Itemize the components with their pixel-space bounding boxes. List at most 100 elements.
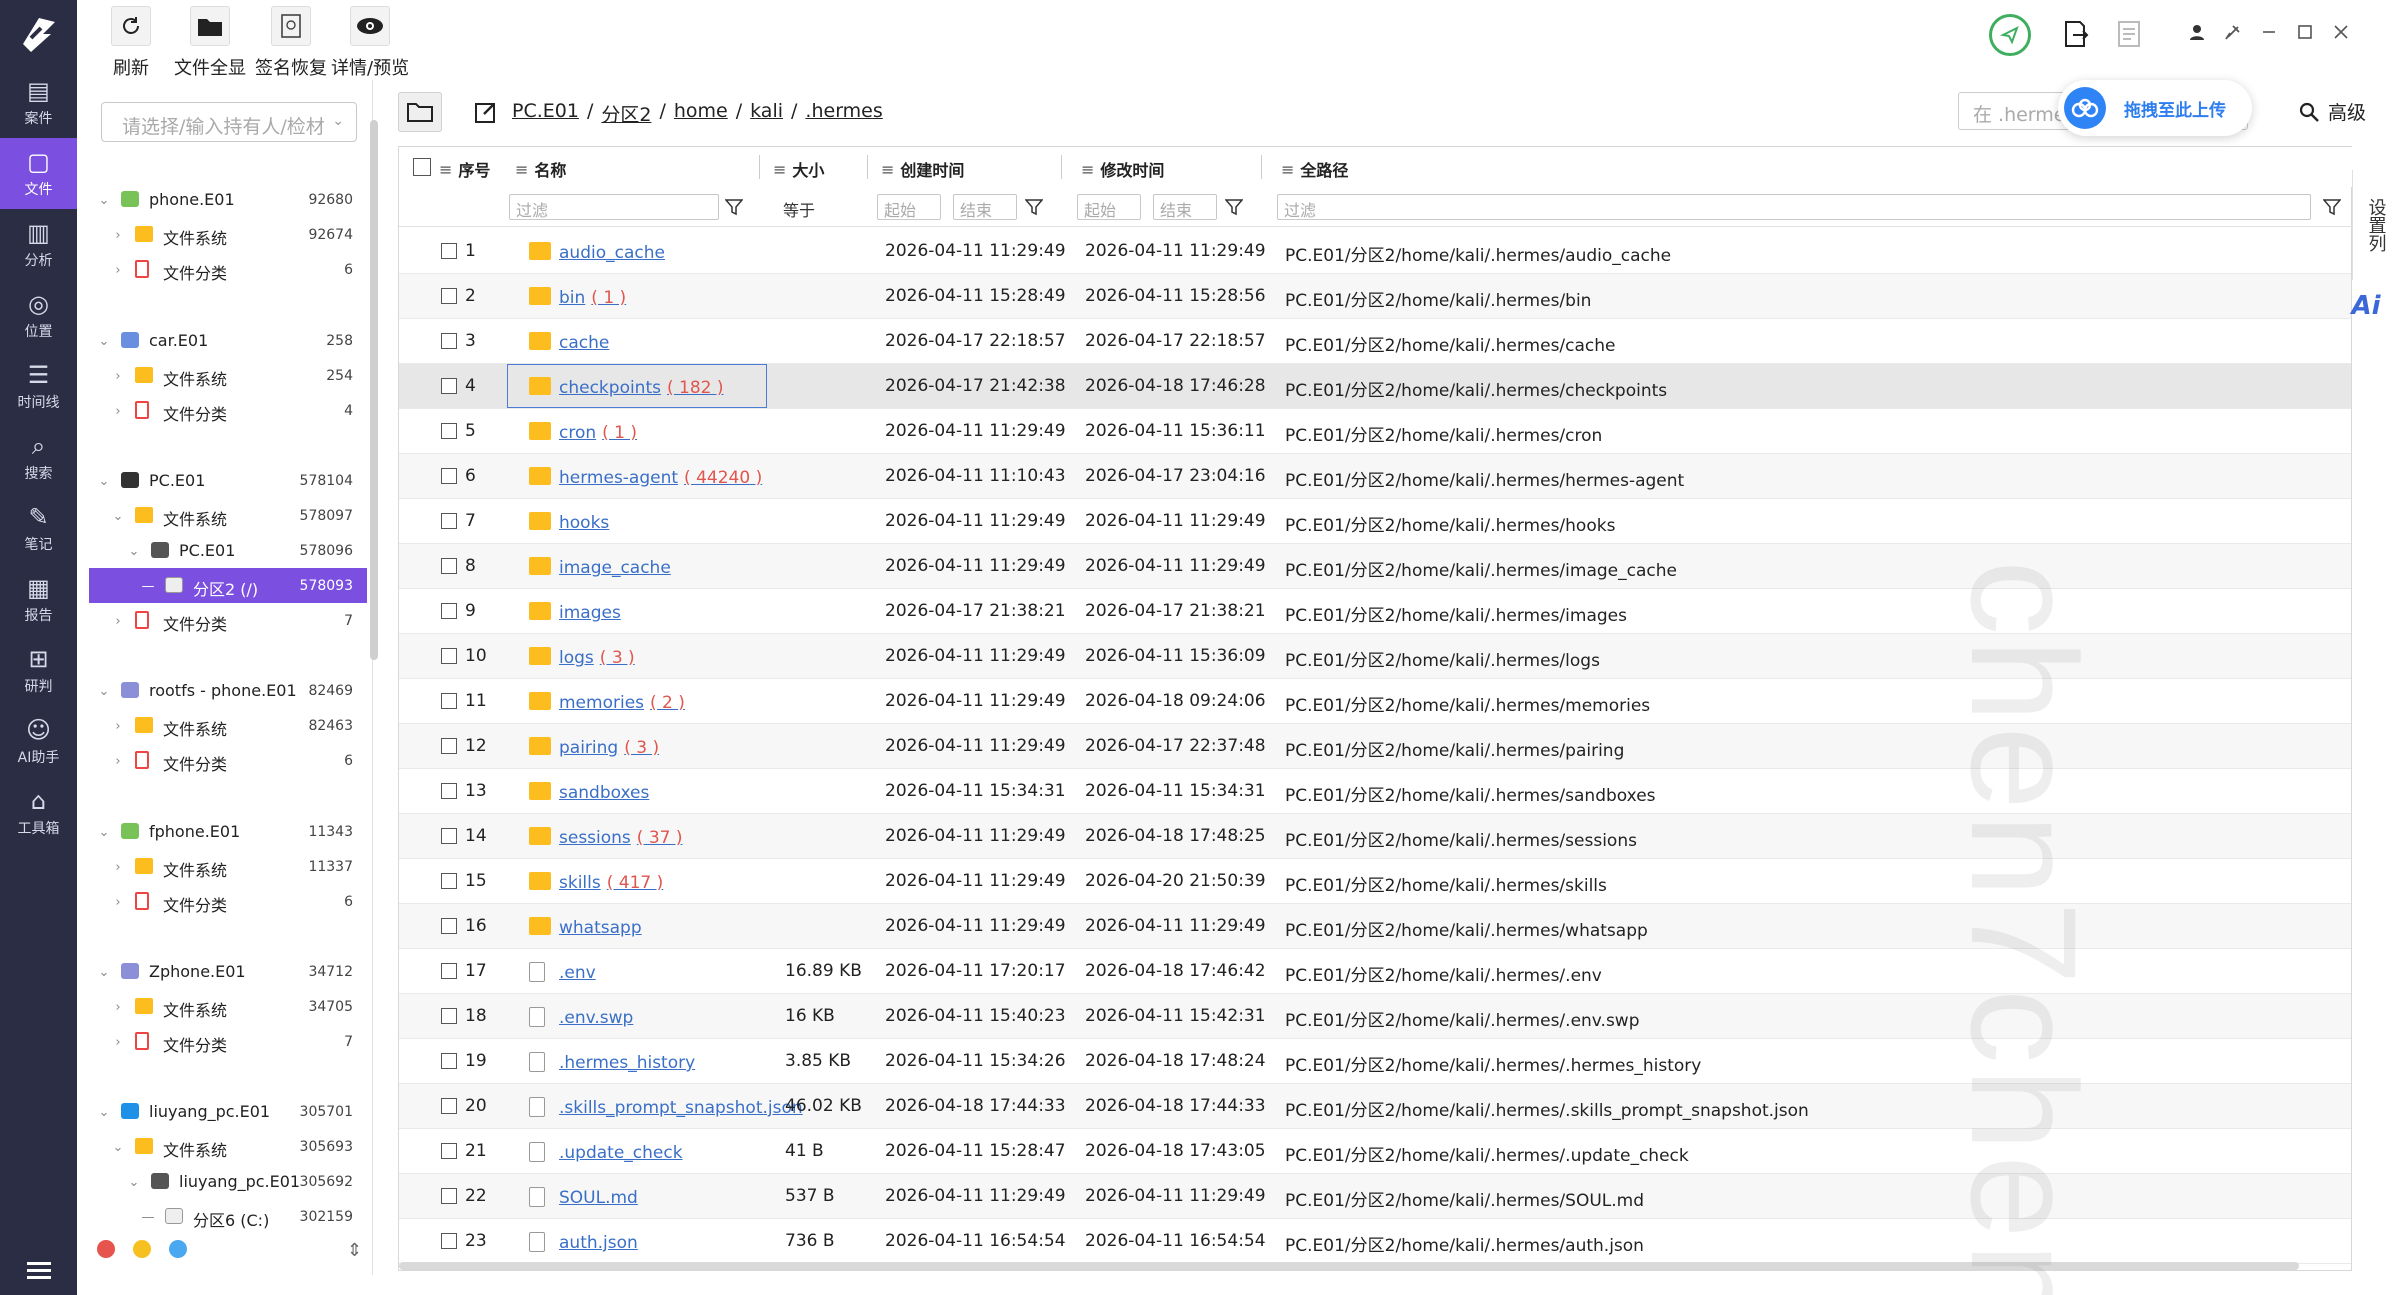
chevron-down-icon[interactable]: ⌄ <box>97 474 111 489</box>
breadcrumb-segment[interactable]: PC.E01 <box>512 100 579 127</box>
nav-item-report[interactable]: ▦ 报告 <box>0 564 77 635</box>
file-name-link[interactable]: pairing( 3 ) <box>559 738 659 758</box>
row-checkbox[interactable] <box>441 603 457 619</box>
filter-icon[interactable] <box>1025 198 1043 216</box>
nav-item-location[interactable]: ◎ 位置 <box>0 280 77 351</box>
advanced-search-button[interactable]: 高级 <box>2298 98 2366 125</box>
row-checkbox[interactable] <box>441 1143 457 1159</box>
chevron-right-icon[interactable]: — <box>141 579 155 594</box>
chevron-down-icon[interactable]: ⌄ <box>111 1140 125 1155</box>
nav-item-case[interactable]: ▤ 案件 <box>0 67 77 138</box>
size-equals-label[interactable]: 等于 <box>783 197 815 221</box>
sign-restore-button[interactable]: 签名恢复 <box>255 6 327 80</box>
created-end-input[interactable]: 结束 <box>953 194 1017 220</box>
breadcrumb-segment[interactable]: home <box>674 100 728 127</box>
ai-button[interactable]: Ai <box>2344 280 2388 332</box>
col-created[interactable]: ≡ 创建时间 <box>881 157 964 181</box>
chevron-right-icon[interactable]: › <box>111 1000 125 1015</box>
chevron-right-icon[interactable]: › <box>111 719 125 734</box>
collapse-toggle-icon[interactable]: ⇕ <box>347 1240 362 1261</box>
file-name-link[interactable]: image_cache <box>559 558 671 578</box>
column-divider[interactable] <box>1261 155 1262 179</box>
nav-item-judge[interactable]: ⊞ 研判 <box>0 635 77 706</box>
row-checkbox[interactable] <box>441 783 457 799</box>
nav-item-search[interactable]: ⌕ 搜索 <box>0 422 77 493</box>
tree-scrollbar[interactable] <box>370 120 378 660</box>
path-filter-input[interactable]: 过滤 <box>1277 194 2311 220</box>
file-name-link[interactable]: whatsapp <box>559 918 642 938</box>
chevron-down-icon[interactable]: ⌄ <box>97 965 111 980</box>
table-row[interactable]: 1 audio_cache 2026-04-11 11:29:49 2026-04-1… <box>399 229 2351 274</box>
chevron-down-icon[interactable]: ⌄ <box>97 193 111 208</box>
file-name-link[interactable]: auth.json <box>559 1233 638 1253</box>
row-checkbox[interactable] <box>441 378 457 394</box>
col-fullpath[interactable]: ≡ 全路径 <box>1281 157 1348 181</box>
row-checkbox[interactable] <box>441 918 457 934</box>
tree-item[interactable]: › 文件系统 34705 <box>77 989 367 1024</box>
filter-icon[interactable] <box>725 198 743 216</box>
row-checkbox[interactable] <box>441 648 457 664</box>
chevron-right-icon[interactable]: › <box>111 369 125 384</box>
row-checkbox[interactable] <box>441 558 457 574</box>
col-size[interactable]: ≡ 大小 <box>773 157 824 181</box>
row-checkbox[interactable] <box>441 873 457 889</box>
modified-start-input[interactable]: 起始 <box>1077 194 1141 220</box>
col-modified[interactable]: ≡ 修改时间 <box>1081 157 1164 181</box>
file-name-link[interactable]: bin( 1 ) <box>559 288 626 308</box>
chevron-down-icon[interactable]: ⌄ <box>97 825 111 840</box>
col-name[interactable]: ≡ 名称 <box>515 157 566 181</box>
tree-item[interactable]: ⌄ fphone.E01 11343 <box>77 814 367 849</box>
nav-item-analysis[interactable]: ▥ 分析 <box>0 209 77 280</box>
column-divider[interactable] <box>759 155 760 179</box>
table-row[interactable]: 7 hooks 2026-04-11 11:29:49 2026-04-11 11:2… <box>399 499 2351 544</box>
tree-item[interactable]: ⌄ PC.E01 578096 <box>77 533 367 568</box>
file-name-link[interactable]: SOUL.md <box>559 1188 638 1208</box>
pin-icon[interactable] <box>2221 20 2245 44</box>
tree-item[interactable]: ⌄ PC.E01 578104 <box>77 463 367 498</box>
table-row[interactable]: 2 bin( 1 ) 2026-04-11 15:28:49 2026-04-11 1… <box>399 274 2351 319</box>
breadcrumb-segment[interactable]: .hermes <box>805 100 882 127</box>
file-name-link[interactable]: checkpoints( 182 ) <box>559 378 724 398</box>
table-row[interactable]: 3 cache 2026-04-17 22:18:57 2026-04-17 22:1… <box>399 319 2351 364</box>
file-name-link[interactable]: .env.swp <box>559 1008 633 1028</box>
nav-item-note[interactable]: ✎ 笔记 <box>0 493 77 564</box>
chevron-right-icon[interactable]: › <box>111 228 125 243</box>
tree-item[interactable]: › 文件系统 254 <box>77 358 367 393</box>
file-name-link[interactable]: cron( 1 ) <box>559 423 637 443</box>
row-checkbox[interactable] <box>441 333 457 349</box>
chevron-right-icon[interactable]: › <box>111 1035 125 1050</box>
tree-item[interactable]: › 文件系统 92674 <box>77 217 367 252</box>
tree-item[interactable]: — 分区2 (/) 578093 <box>89 568 367 603</box>
row-checkbox[interactable] <box>441 288 457 304</box>
user-icon[interactable] <box>2185 20 2209 44</box>
filter-icon[interactable] <box>1225 198 1243 216</box>
nav-item-toolbox[interactable]: ⌂ 工具箱 <box>0 777 77 848</box>
row-checkbox[interactable] <box>441 1233 457 1249</box>
blue-dot[interactable] <box>169 1240 187 1258</box>
tree-item[interactable]: ⌄ phone.E01 92680 <box>77 182 367 217</box>
tree-item[interactable]: › 文件分类 6 <box>77 743 367 778</box>
chevron-right-icon[interactable]: › <box>111 754 125 769</box>
report-doc-icon[interactable] <box>2117 20 2141 52</box>
file-name-link[interactable]: audio_cache <box>559 243 665 263</box>
breadcrumb-segment[interactable]: kali <box>750 100 783 127</box>
nav-item-timeline[interactable]: ☰ 时间线 <box>0 351 77 422</box>
yellow-dot[interactable] <box>133 1240 151 1258</box>
tree-item[interactable]: ⌄ liuyang_pc.E01 305692 <box>77 1164 367 1199</box>
tree-item[interactable]: ⌄ liuyang_pc.E01 305701 <box>77 1094 367 1129</box>
tree-item[interactable]: › 文件分类 4 <box>77 393 367 428</box>
chevron-down-icon[interactable]: ⌄ <box>127 544 141 559</box>
chevron-down-icon[interactable]: ⌄ <box>97 684 111 699</box>
chevron-down-icon[interactable]: ⌄ <box>111 509 125 524</box>
show-all-button[interactable]: 文件全显 <box>174 6 246 80</box>
maximize-icon[interactable] <box>2293 20 2317 44</box>
chevron-right-icon[interactable]: › <box>111 614 125 629</box>
tree-item[interactable]: › 文件系统 82463 <box>77 708 367 743</box>
minimize-icon[interactable] <box>2257 20 2281 44</box>
file-name-link[interactable]: memories( 2 ) <box>559 693 685 713</box>
row-checkbox[interactable] <box>441 1188 457 1204</box>
filter-icon[interactable] <box>2323 198 2341 216</box>
select-all-checkbox[interactable] <box>413 158 431 176</box>
nav-item-ai-assistant[interactable]: ☺ AI助手 <box>0 706 77 777</box>
file-name-link[interactable]: skills( 417 ) <box>559 873 663 893</box>
